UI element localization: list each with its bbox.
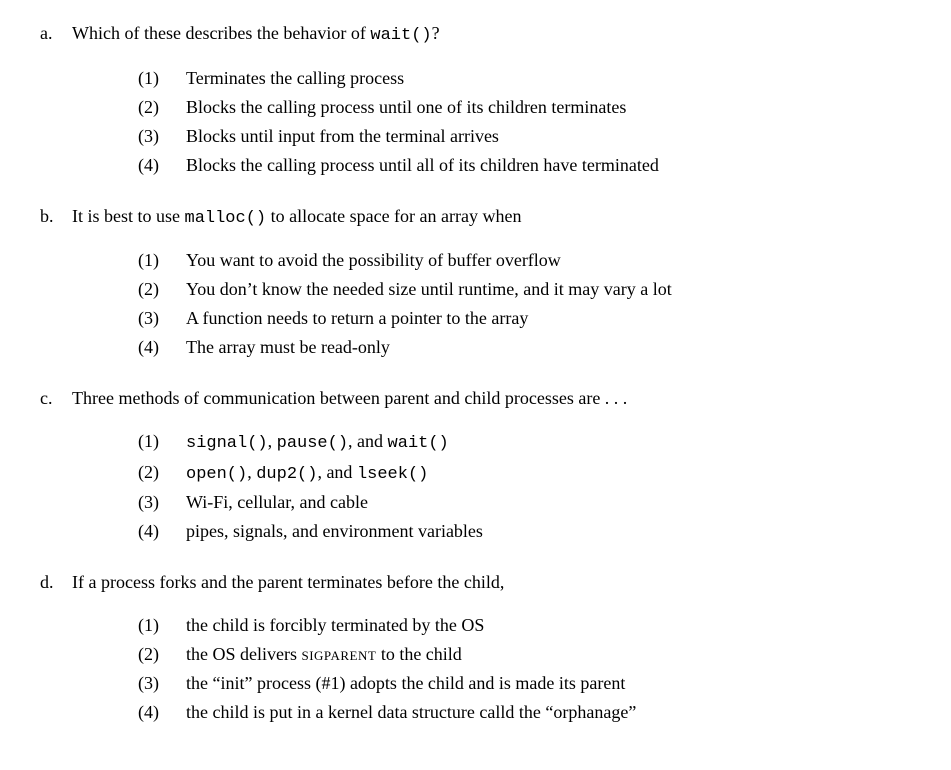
option-number: (1) <box>138 612 186 639</box>
option: (4)pipes, signals, and environment varia… <box>138 518 911 545</box>
text-segment: , <box>247 462 256 482</box>
code-segment: pause() <box>277 434 348 453</box>
question-text: Three methods of communication between p… <box>72 385 911 412</box>
text-segment: , and <box>317 462 357 482</box>
question: c.Three methods of communication between… <box>40 385 911 545</box>
option-number: (3) <box>138 305 186 332</box>
question-letter: a. <box>40 20 72 49</box>
text-segment: to the child <box>376 644 461 664</box>
option-text: Wi-Fi, cellular, and cable <box>186 489 911 516</box>
question-text: If a process forks and the parent termin… <box>72 569 911 596</box>
text-segment: , <box>268 431 277 451</box>
smallcaps-segment: sigparent <box>301 644 376 664</box>
option-text: You don’t know the needed size until run… <box>186 276 911 303</box>
question-stem: d.If a process forks and the parent term… <box>40 569 911 596</box>
code-segment: wait() <box>388 434 449 453</box>
option-number: (1) <box>138 247 186 274</box>
option-number: (3) <box>138 489 186 516</box>
question-text-pre: If a process forks and the parent termin… <box>72 572 504 592</box>
option: (3)the “init” process (#1) adopts the ch… <box>138 670 911 697</box>
code-segment: lseek() <box>357 465 428 484</box>
option: (4)Blocks the calling process until all … <box>138 152 911 179</box>
question-text: It is best to use malloc() to allocate s… <box>72 203 911 232</box>
option: (1)the child is forcibly terminated by t… <box>138 612 911 639</box>
option: (1)You want to avoid the possibility of … <box>138 247 911 274</box>
option-number: (4) <box>138 699 186 726</box>
option-text: Blocks the calling process until all of … <box>186 152 911 179</box>
option-number: (2) <box>138 641 186 668</box>
option: (3)Blocks until input from the terminal … <box>138 123 911 150</box>
option: (2)You don’t know the needed size until … <box>138 276 911 303</box>
option-number: (1) <box>138 428 186 457</box>
option-list: (1)Terminates the calling process(2)Bloc… <box>138 65 911 179</box>
option-text: pipes, signals, and environment variable… <box>186 518 911 545</box>
option: (1)signal(), pause(), and wait() <box>138 428 911 457</box>
question-text-code: wait() <box>370 26 431 45</box>
code-segment: dup2() <box>256 465 317 484</box>
option-text: the “init” process (#1) adopts the child… <box>186 670 911 697</box>
option-text: the child is put in a kernel data struct… <box>186 699 911 726</box>
option: (4)the child is put in a kernel data str… <box>138 699 911 726</box>
text-segment: the OS delivers <box>186 644 301 664</box>
option-text: open(), dup2(), and lseek() <box>186 459 911 488</box>
question-text-pre: It is best to use <box>72 206 185 226</box>
option-list: (1)You want to avoid the possibility of … <box>138 247 911 361</box>
option-list: (1)the child is forcibly terminated by t… <box>138 612 911 726</box>
option-number: (3) <box>138 670 186 697</box>
text-segment: , and <box>348 431 388 451</box>
option-text: signal(), pause(), and wait() <box>186 428 911 457</box>
question-letter: d. <box>40 569 72 596</box>
question-text-pre: Three methods of communication between p… <box>72 388 627 408</box>
option-text: the child is forcibly terminated by the … <box>186 612 911 639</box>
question-letter: c. <box>40 385 72 412</box>
question-text-post: to allocate space for an array when <box>266 206 521 226</box>
option-number: (3) <box>138 123 186 150</box>
option: (1)Terminates the calling process <box>138 65 911 92</box>
question: b.It is best to use malloc() to allocate… <box>40 203 911 362</box>
question-stem: c.Three methods of communication between… <box>40 385 911 412</box>
option-number: (2) <box>138 276 186 303</box>
question-text-post: ? <box>432 23 440 43</box>
option: (4)The array must be read-only <box>138 334 911 361</box>
option: (3)Wi-Fi, cellular, and cable <box>138 489 911 516</box>
question: a.Which of these describes the behavior … <box>40 20 911 179</box>
question-stem: b.It is best to use malloc() to allocate… <box>40 203 911 232</box>
option-text: the OS delivers sigparent to the child <box>186 641 911 668</box>
option-number: (2) <box>138 459 186 488</box>
question-text-pre: Which of these describes the behavior of <box>72 23 370 43</box>
question-stem: a.Which of these describes the behavior … <box>40 20 911 49</box>
option: (2)Blocks the calling process until one … <box>138 94 911 121</box>
question-letter: b. <box>40 203 72 232</box>
option-text: Blocks the calling process until one of … <box>186 94 911 121</box>
option: (2)the OS delivers sigparent to the chil… <box>138 641 911 668</box>
option-number: (4) <box>138 334 186 361</box>
question-text: Which of these describes the behavior of… <box>72 20 911 49</box>
option: (2)open(), dup2(), and lseek() <box>138 459 911 488</box>
option-number: (1) <box>138 65 186 92</box>
option-number: (4) <box>138 152 186 179</box>
option-text: Blocks until input from the terminal arr… <box>186 123 911 150</box>
code-segment: open() <box>186 465 247 484</box>
option-text: Terminates the calling process <box>186 65 911 92</box>
option-text: A function needs to return a pointer to … <box>186 305 911 332</box>
option-number: (4) <box>138 518 186 545</box>
question: d.If a process forks and the parent term… <box>40 569 911 726</box>
option-text: The array must be read-only <box>186 334 911 361</box>
question-list: a.Which of these describes the behavior … <box>40 20 911 726</box>
question-text-code: malloc() <box>185 209 267 228</box>
option: (3)A function needs to return a pointer … <box>138 305 911 332</box>
option-number: (2) <box>138 94 186 121</box>
option-list: (1)signal(), pause(), and wait()(2)open(… <box>138 428 911 545</box>
option-text: You want to avoid the possibility of buf… <box>186 247 911 274</box>
code-segment: signal() <box>186 434 268 453</box>
